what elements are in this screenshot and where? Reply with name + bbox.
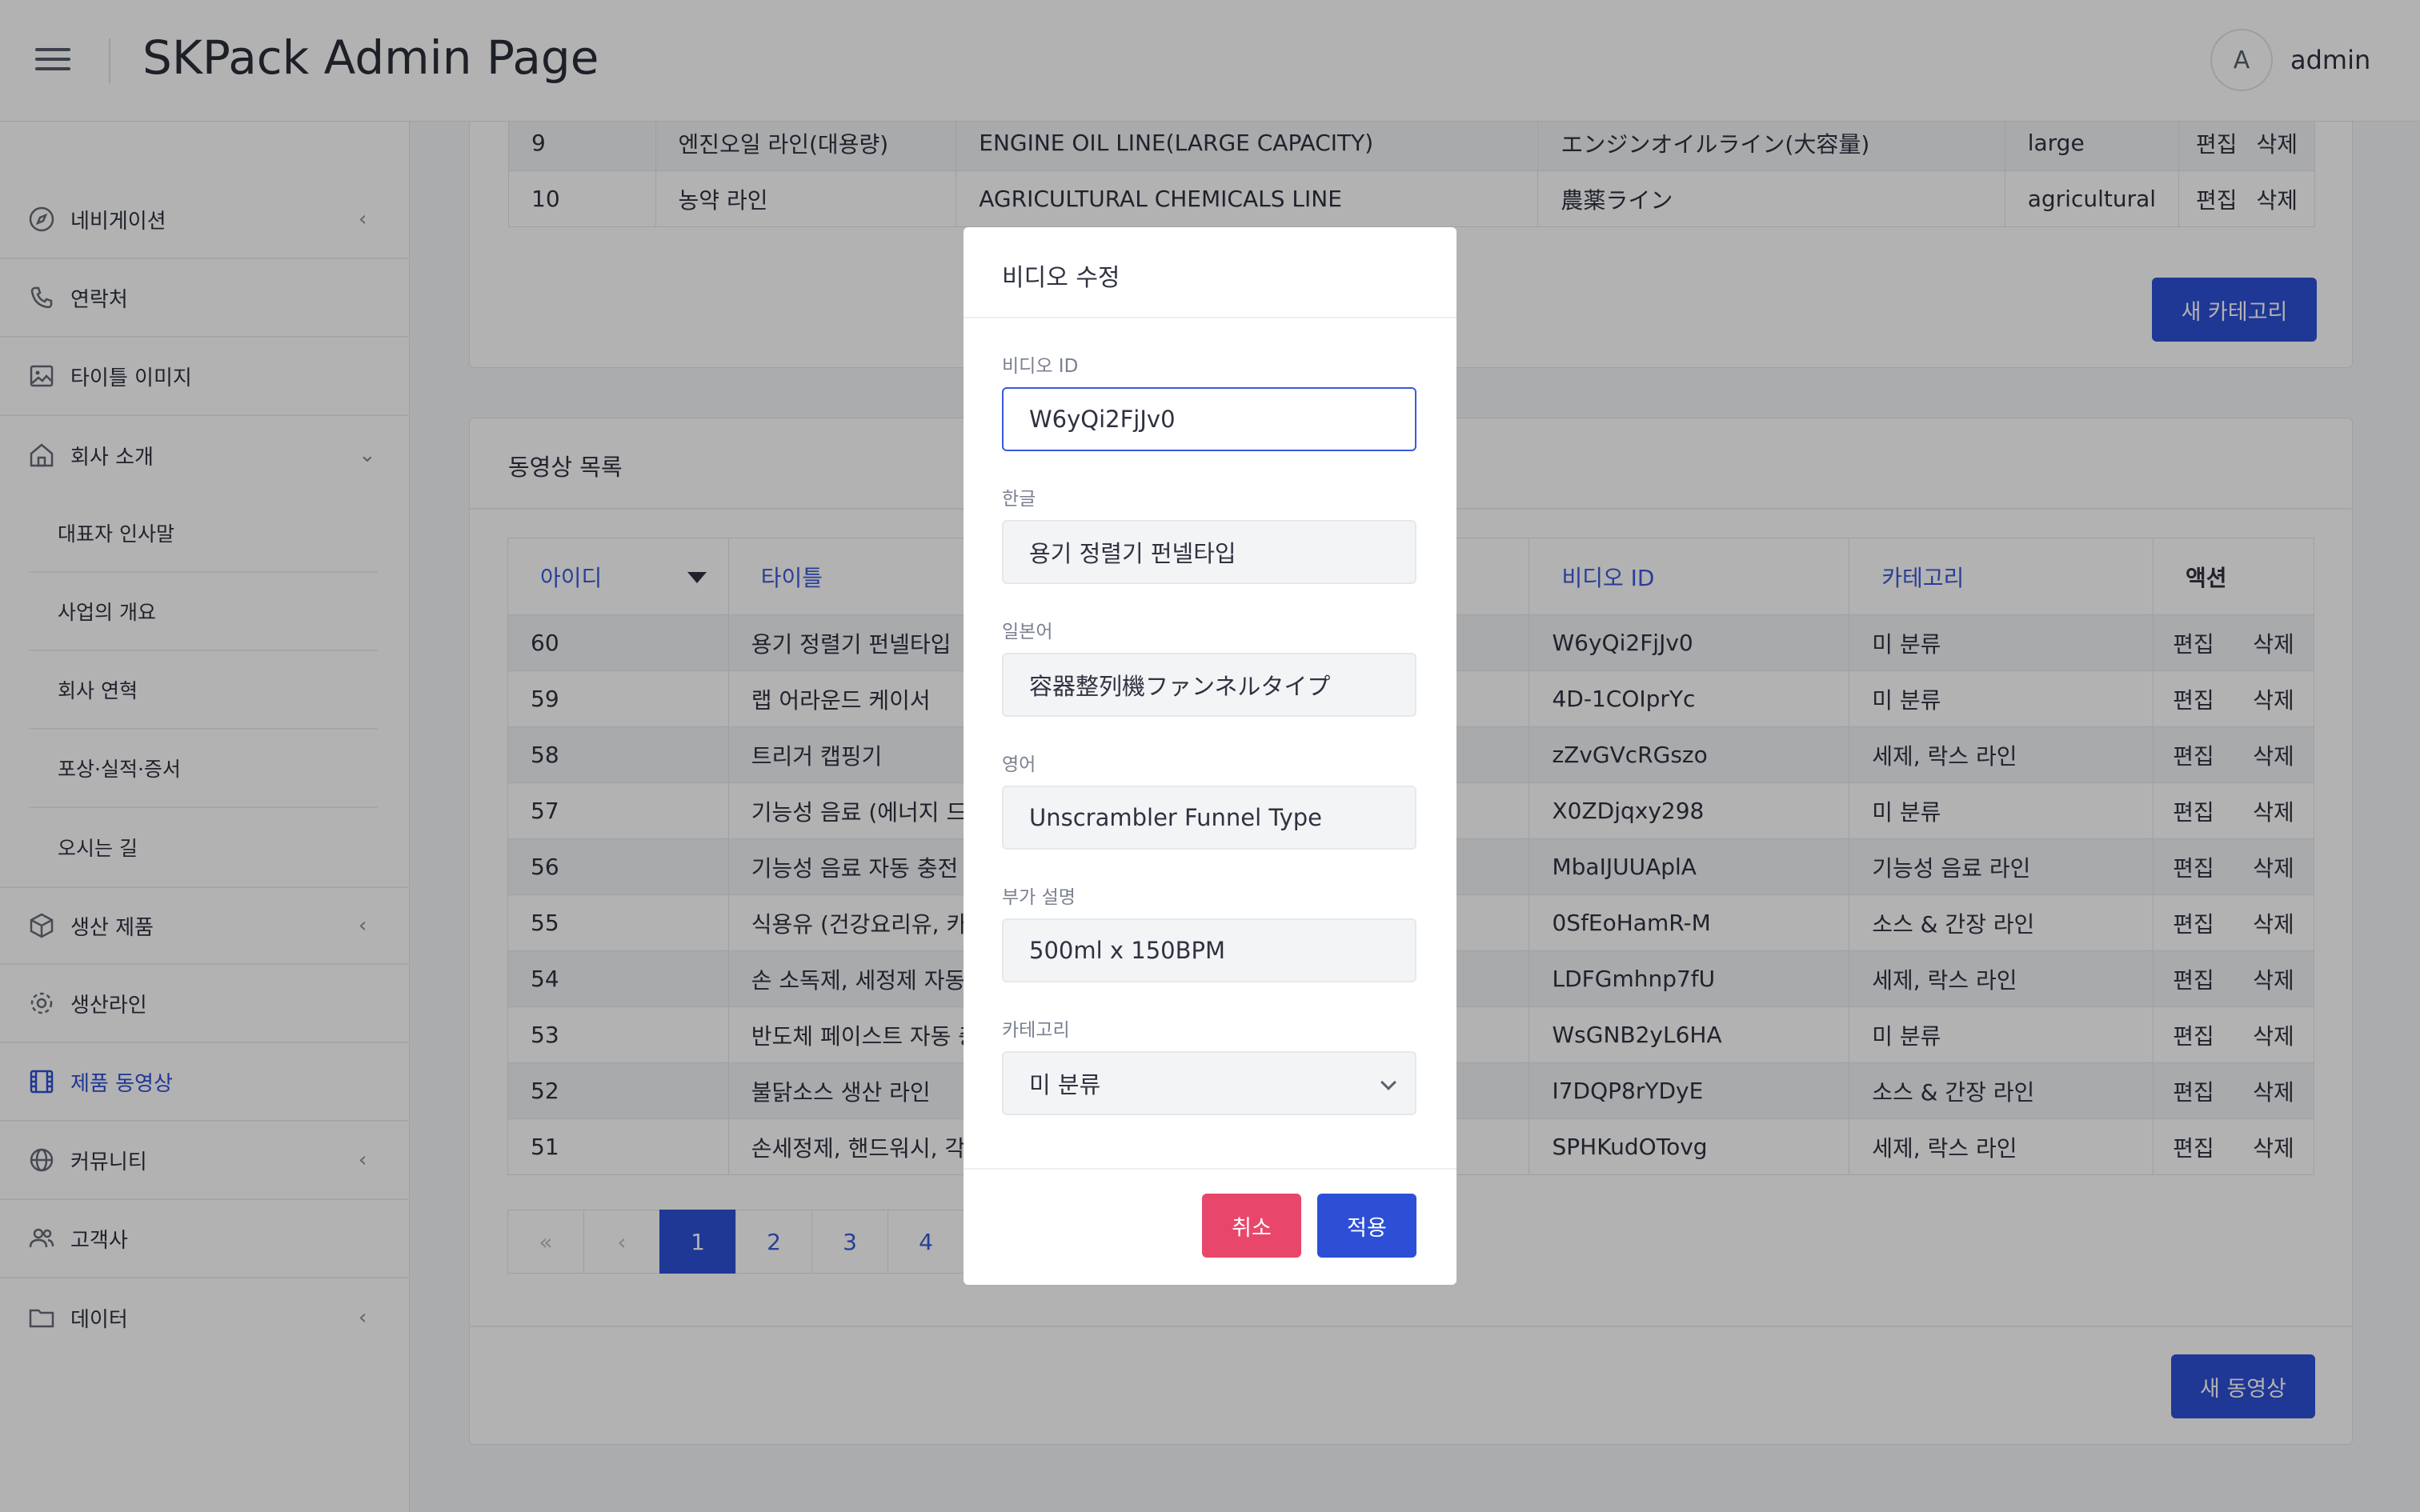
modal-divider <box>964 317 1456 318</box>
english-title-input[interactable]: Unscrambler Funnel Type <box>1002 786 1416 850</box>
cancel-button[interactable]: 취소 <box>1202 1194 1301 1258</box>
video-id-input[interactable]: W6yQi2FjJv0 <box>1002 387 1416 451</box>
modal-divider <box>964 1168 1456 1170</box>
category-select-value: 미 분류 <box>1029 1071 1101 1098</box>
category-select[interactable]: 미 분류 <box>1002 1051 1416 1115</box>
extra-description-input[interactable]: 500ml x 150BPM <box>1002 918 1416 982</box>
modal-title: 비디오 수정 <box>1002 264 1120 292</box>
english-label: 영어 <box>1002 754 1036 775</box>
extra-description-label: 부가 설명 <box>1002 887 1076 908</box>
apply-button[interactable]: 적용 <box>1317 1194 1416 1258</box>
korean-label: 한글 <box>1002 489 1036 510</box>
video-id-label: 비디오 ID <box>1002 356 1079 377</box>
edit-video-modal: 비디오 수정 비디오 ID W6yQi2FjJv0 한글 용기 정렬기 펀넬타입… <box>964 227 1456 1285</box>
korean-title-input[interactable]: 용기 정렬기 펀넬타입 <box>1002 520 1416 584</box>
category-label: 카테고리 <box>1002 1020 1070 1041</box>
japanese-title-input[interactable]: 容器整列機ファンネルタイプ <box>1002 653 1416 717</box>
japanese-label: 일본어 <box>1002 622 1053 642</box>
chevron-down-icon <box>1380 1074 1396 1090</box>
